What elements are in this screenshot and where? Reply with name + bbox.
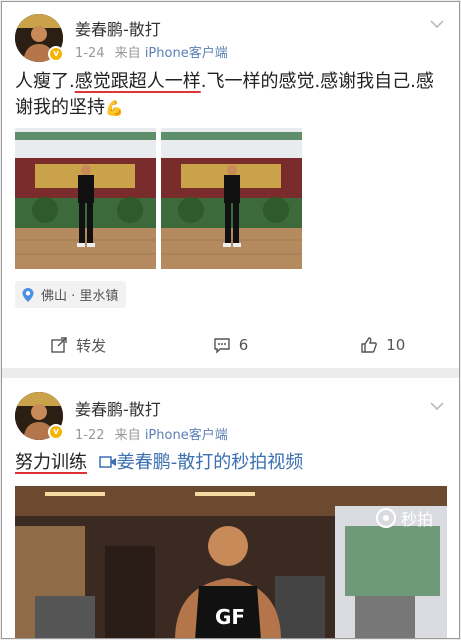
location-pin-icon (22, 287, 34, 302)
chevron-down-icon[interactable] (429, 16, 445, 32)
post-meta: 1-22 来自 iPhone客户端 (75, 424, 228, 443)
flex-emoji-icon: 💪 (105, 99, 124, 117)
video-link-text: 姜春鹏-散打的秒拍视频 (116, 452, 304, 473)
verified-badge-icon: v (48, 424, 64, 440)
location-label: 佛山 · 里水镇 (41, 289, 119, 304)
comment-button[interactable]: 6 (154, 322, 306, 368)
action-bar: 转发 6 10 (2, 322, 459, 368)
post-photo-1[interactable] (15, 128, 156, 269)
share-icon (51, 337, 67, 353)
chevron-down-icon[interactable] (429, 398, 445, 414)
post-text: 人瘦了.感觉跟超人一样.飞一样的感觉.感谢我自己.感谢我的坚持💪 (15, 69, 445, 121)
username[interactable]: 姜春鹏-散打 (75, 396, 161, 420)
repost-label: 转发 (76, 336, 107, 355)
post-date: 1-22 (75, 428, 105, 443)
like-button[interactable]: 10 (307, 322, 459, 368)
post-photo-2[interactable] (161, 128, 302, 269)
comment-icon (214, 338, 230, 354)
post-text-underlined: 感觉跟超人一样 (74, 71, 201, 92)
weibo-post: v 姜春鹏-散打 1-22 来自 iPhone客户端 努力训练 姜春鹏-散打的秒… (2, 378, 459, 638)
video-link[interactable]: 姜春鹏-散打的秒拍视频 (98, 452, 304, 473)
repost-button[interactable]: 转发 (2, 322, 154, 368)
miaopai-logo-icon (375, 508, 396, 528)
comment-count: 6 (238, 336, 249, 354)
post-date: 1-24 (75, 46, 105, 61)
svg-text:GF: GF (215, 605, 245, 629)
source-prefix: 来自 (114, 428, 141, 443)
post-text-part1: 人瘦了. (15, 71, 75, 92)
username[interactable]: 姜春鹏-散打 (75, 16, 161, 40)
post-source[interactable]: iPhone客户端 (145, 46, 228, 61)
source-prefix: 来自 (114, 46, 141, 61)
like-count: 10 (386, 336, 406, 354)
thumbs-up-icon (361, 337, 378, 353)
feed: v 姜春鹏-散打 1-24 来自 iPhone客户端 人瘦了.感觉跟超人一样.飞… (1, 1, 460, 639)
post-source[interactable]: iPhone客户端 (145, 428, 228, 443)
video-link-icon (98, 456, 116, 468)
post-text: 努力训练 姜春鹏-散打的秒拍视频 (15, 450, 445, 476)
video-watermark: 秒拍 (375, 506, 433, 530)
post-meta: 1-24 来自 iPhone客户端 (75, 42, 228, 61)
watermark-text: 秒拍 (400, 510, 433, 529)
weibo-post: v 姜春鹏-散打 1-24 来自 iPhone客户端 人瘦了.感觉跟超人一样.飞… (2, 2, 459, 368)
video-thumbnail[interactable]: GF 秒拍 (15, 486, 447, 638)
post-tag: 努力训练 (15, 452, 87, 473)
verified-badge-icon: v (48, 46, 64, 62)
location-tag[interactable]: 佛山 · 里水镇 (15, 281, 127, 308)
